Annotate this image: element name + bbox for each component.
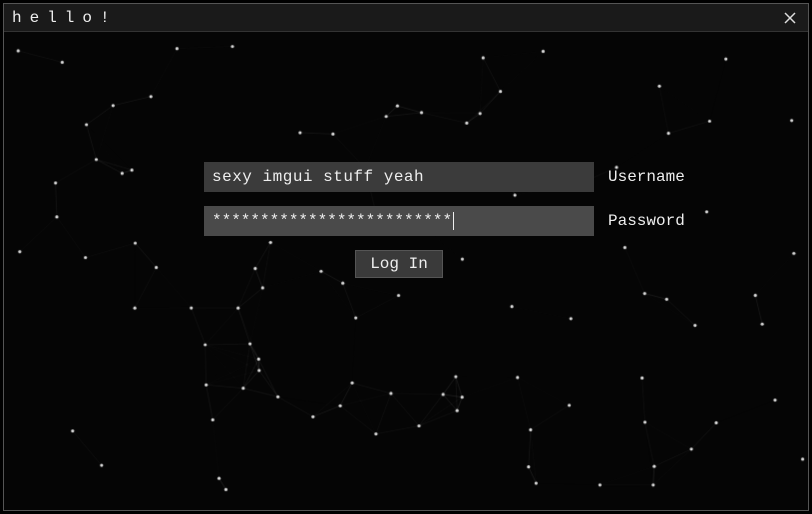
- password-masked-text: *************************: [212, 212, 452, 230]
- username-row: Username: [204, 162, 685, 192]
- close-button[interactable]: [780, 8, 800, 28]
- login-form: Username ************************* Passw…: [204, 162, 685, 278]
- password-row: ************************* Password: [204, 206, 685, 236]
- username-input[interactable]: [204, 162, 594, 192]
- username-label: Username: [608, 168, 685, 186]
- titlebar[interactable]: hello!: [4, 4, 808, 32]
- text-caret: [453, 212, 454, 230]
- close-icon: [783, 11, 797, 25]
- login-button[interactable]: Log In: [355, 250, 443, 278]
- password-label: Password: [608, 212, 685, 230]
- window-title: hello!: [12, 9, 118, 27]
- login-row: Log In: [204, 250, 594, 278]
- app-window: hello! Username ************************…: [3, 3, 809, 511]
- password-input[interactable]: *************************: [204, 206, 594, 236]
